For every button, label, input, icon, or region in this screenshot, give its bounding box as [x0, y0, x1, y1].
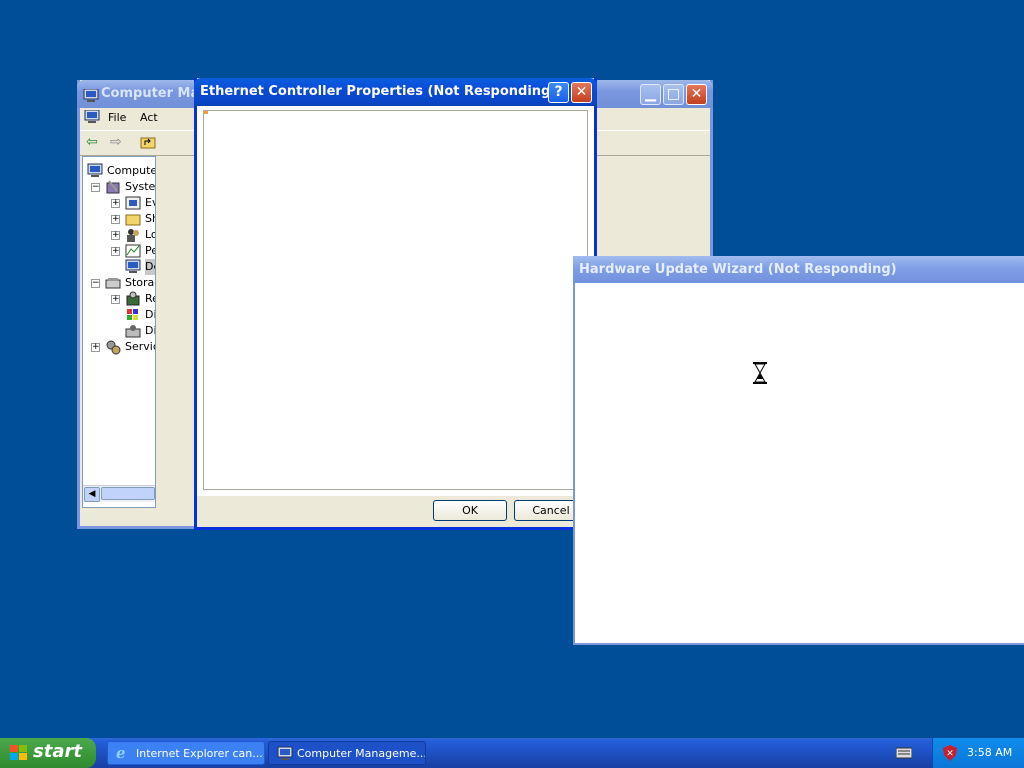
button-strip: OK Cancel — [197, 496, 594, 527]
tree-item-event-viewer[interactable]: + Ev — [83, 195, 155, 211]
start-label: start — [33, 741, 82, 762]
dialog-title: Ethernet Controller Properties (Not Resp… — [200, 84, 557, 99]
system-tray: ✕ 3:58 AM — [932, 738, 1024, 768]
task-label: Computer Manageme... — [297, 747, 426, 760]
tree-label: Sh — [145, 212, 155, 225]
device-manager-icon — [125, 259, 141, 275]
expand-icon[interactable]: + — [111, 199, 120, 208]
performance-icon — [125, 243, 141, 259]
help-button[interactable]: ? — [548, 82, 569, 103]
tools-icon — [105, 179, 121, 195]
up-folder-icon[interactable] — [140, 135, 156, 152]
computer-management-icon — [277, 746, 293, 764]
removable-storage-icon — [125, 291, 141, 307]
tree-item-shared-folders[interactable]: + Sh — [83, 211, 155, 227]
file-menu[interactable]: File — [108, 111, 126, 124]
close-icon: ✕ — [690, 86, 703, 102]
expand-icon[interactable]: + — [111, 247, 120, 256]
tree-label: De — [145, 259, 155, 275]
maximize-button[interactable]: □ — [663, 84, 684, 105]
defrag-icon — [125, 307, 141, 323]
storage-icon — [105, 275, 121, 291]
tree-label: Re — [145, 292, 155, 305]
close-button[interactable]: ✕ — [571, 82, 592, 103]
tree-label: Dis — [145, 324, 155, 337]
users-icon — [125, 227, 141, 243]
keyboard-icon[interactable] — [895, 747, 913, 762]
taskbar-item-internet-explorer[interactable]: ℯ Internet Explorer can... — [107, 741, 265, 765]
computer-icon — [87, 163, 103, 179]
clock[interactable]: 3:58 AM — [967, 746, 1012, 759]
taskbar: start ℯ Internet Explorer can... Compute… — [0, 738, 1024, 768]
maximize-icon: □ — [666, 86, 681, 102]
start-button[interactable]: start — [0, 738, 96, 768]
collapse-icon[interactable]: − — [91, 279, 100, 288]
expand-icon[interactable]: + — [91, 343, 100, 352]
tree-label: Storag — [125, 276, 155, 289]
dialog-body: OK Cancel — [197, 106, 594, 527]
internet-explorer-icon: ℯ — [116, 744, 126, 762]
tree-label: Servic — [125, 340, 156, 353]
ethernet-properties-dialog: Ethernet Controller Properties (Not Resp… — [194, 78, 597, 530]
disk-management-icon — [125, 323, 141, 339]
tree-label: Ev — [145, 196, 155, 209]
ok-button[interactable]: OK — [433, 500, 507, 521]
tree-item-performance[interactable]: + Pe — [83, 243, 155, 259]
expand-icon[interactable]: + — [111, 295, 120, 304]
tree-item-local-users[interactable]: + Lo — [83, 227, 155, 243]
tree-item-disk-management[interactable]: Dis — [83, 323, 155, 339]
tree-item-system-tools[interactable]: − Systen — [83, 179, 156, 195]
action-menu[interactable]: Act — [140, 111, 158, 124]
minimize-icon: ▁ — [645, 86, 656, 102]
wizard-title: Hardware Update Wizard (Not Responding) — [579, 262, 897, 277]
forward-icon[interactable]: ⇨ — [110, 134, 122, 150]
wizard-titlebar[interactable]: Hardware Update Wizard (Not Responding) — [573, 256, 1024, 283]
windows-logo-icon — [10, 745, 28, 766]
expand-icon[interactable]: + — [111, 231, 120, 240]
tree-label: Dis — [145, 308, 155, 321]
expand-icon[interactable]: + — [111, 215, 120, 224]
hardware-update-wizard-window: Hardware Update Wizard (Not Responding) — [573, 256, 1024, 645]
svg-text:✕: ✕ — [946, 749, 954, 759]
console-tree[interactable]: Computer − Systen + Ev + Sh + Lo + Pe — [82, 156, 156, 508]
event-viewer-icon — [125, 195, 141, 211]
minimize-button[interactable]: ▁ — [640, 84, 661, 105]
tree-label: Lo — [145, 228, 155, 241]
tree-item-removable-storage[interactable]: + Re — [83, 291, 155, 307]
hourglass-cursor-icon — [753, 362, 767, 387]
tree-label: Pe — [145, 244, 155, 257]
tree-item-device-manager[interactable]: De — [83, 259, 155, 275]
content-panel — [203, 110, 588, 490]
tab-marker — [204, 111, 208, 114]
ethernet-properties-titlebar[interactable]: Ethernet Controller Properties (Not Resp… — [194, 78, 597, 106]
task-label: Internet Explorer can... — [136, 747, 263, 760]
scroll-left-icon[interactable]: ◀ — [84, 487, 100, 502]
collapse-icon[interactable]: − — [91, 183, 100, 192]
security-alert-icon[interactable]: ✕ — [943, 745, 957, 764]
tree-label: Computer — [107, 164, 155, 177]
horizontal-scrollbar[interactable]: ◀ — [83, 485, 155, 502]
help-icon: ? — [554, 84, 563, 100]
services-icon — [105, 339, 121, 355]
shared-folders-icon — [125, 211, 141, 227]
close-button[interactable]: ✕ — [686, 84, 707, 105]
tree-item-disk-defragmenter[interactable]: Dis — [83, 307, 155, 323]
scroll-thumb[interactable] — [101, 487, 155, 500]
app-menu-icon — [84, 109, 100, 127]
tree-item-computer[interactable]: Computer — [83, 163, 155, 179]
tree-label: Systen — [125, 180, 156, 193]
taskbar-item-computer-management[interactable]: Computer Manageme... — [268, 741, 426, 765]
back-icon[interactable]: ⇦ — [86, 134, 98, 150]
computer-management-icon — [83, 86, 99, 102]
tree-item-storage[interactable]: − Storag — [83, 275, 155, 291]
close-icon: ✕ — [575, 84, 588, 100]
tree-item-services[interactable]: + Servic — [83, 339, 156, 355]
